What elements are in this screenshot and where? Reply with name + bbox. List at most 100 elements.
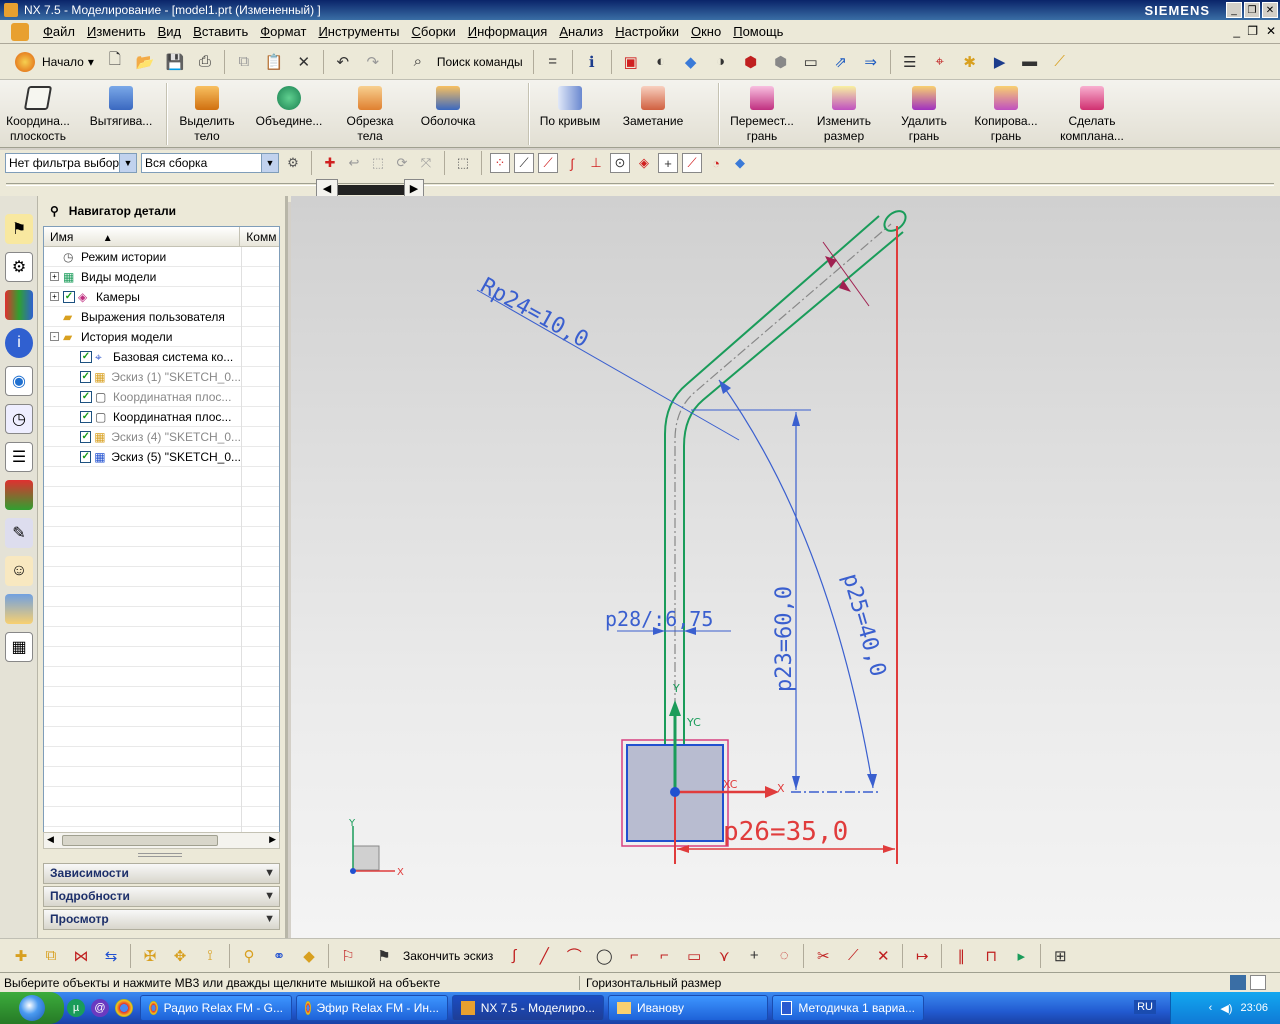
- hd3d-tools-icon[interactable]: i: [5, 328, 33, 358]
- menu-window[interactable]: Окно: [685, 24, 727, 39]
- menu-insert[interactable]: Вставить: [187, 24, 254, 39]
- rectangle-icon[interactable]: ▭: [682, 944, 706, 968]
- dim-p26-label[interactable]: p26=35,0: [723, 817, 848, 847]
- paste-icon[interactable]: 📋: [262, 50, 286, 74]
- rotate-icon[interactable]: ⟳: [392, 153, 412, 173]
- undo-icon[interactable]: ↶: [331, 50, 355, 74]
- taskbar-item-word[interactable]: Методичка 1 вариа...: [772, 995, 924, 1021]
- line-icon[interactable]: ╱: [532, 944, 556, 968]
- status-icon-1[interactable]: [1230, 975, 1246, 990]
- tray-expand-icon[interactable]: ‹: [1209, 1002, 1213, 1014]
- visibility-checkbox[interactable]: ✓: [80, 370, 92, 383]
- nx-menu-icon[interactable]: [11, 22, 29, 41]
- menu-preferences[interactable]: Настройки: [609, 24, 685, 39]
- navigator-horizontal-scrollbar[interactable]: ◀ ▶: [43, 832, 280, 849]
- pan-icon[interactable]: ⤧: [416, 153, 436, 173]
- trim-body-button[interactable]: Обрезка тела: [332, 80, 408, 147]
- copy-face-button[interactable]: Копирова... грань: [964, 80, 1048, 147]
- wcs-icon[interactable]: ⌖: [928, 50, 952, 74]
- language-indicator[interactable]: RU: [1134, 1000, 1156, 1014]
- speaker-icon[interactable]: ◀): [1220, 1002, 1232, 1015]
- navigator-row[interactable]: ✓ ⌖ Базовая система ко...: [44, 346, 279, 367]
- measure-icon[interactable]: ▬: [1018, 50, 1042, 74]
- menu-file[interactable]: Файл: [37, 24, 81, 39]
- selection-priority-icon[interactable]: ▶: [988, 50, 1012, 74]
- delete-face-button[interactable]: Удалить грань: [884, 80, 964, 147]
- polygon-icon[interactable]: ⋎: [712, 944, 736, 968]
- expand-icon[interactable]: +: [50, 292, 59, 301]
- print-icon[interactable]: ⎙: [193, 50, 217, 74]
- orient-view-icon[interactable]: ⇒: [859, 50, 883, 74]
- navigator-row[interactable]: ◷ Режим истории: [44, 246, 279, 267]
- system-materials-icon[interactable]: [5, 594, 33, 624]
- menu-view[interactable]: Вид: [152, 24, 188, 39]
- dim-p23-label[interactable]: p23=60,0: [772, 586, 797, 692]
- column-header-comment[interactable]: Комм: [240, 227, 279, 246]
- menu-format[interactable]: Формат: [254, 24, 312, 39]
- point-icon[interactable]: +: [742, 944, 766, 968]
- save-icon[interactable]: 💾: [163, 50, 187, 74]
- undo-selection-icon[interactable]: ↩: [344, 153, 364, 173]
- show-constraints-icon[interactable]: ⊓: [979, 944, 1003, 968]
- wireframe-icon[interactable]: ⬢: [739, 50, 763, 74]
- quick-launch-app-icon[interactable]: @: [91, 999, 109, 1017]
- manufacturing-wizards-icon[interactable]: [5, 480, 33, 510]
- snap-line-icon[interactable]: ⟋: [514, 153, 534, 173]
- path-end-cap[interactable]: [881, 207, 910, 235]
- clock[interactable]: 23:06: [1240, 1002, 1268, 1014]
- sketch-constraints-icon[interactable]: ⇆: [99, 944, 123, 968]
- extract-body-button[interactable]: Выделить тело: [168, 80, 246, 147]
- unite-button[interactable]: Объедине...: [246, 80, 332, 147]
- sketch-pattern-icon[interactable]: ✥: [168, 944, 192, 968]
- system-scene-icon[interactable]: ☺: [5, 556, 33, 586]
- shaded-cube-icon[interactable]: ◆: [679, 50, 703, 74]
- inferred-dimension-icon[interactable]: ↦: [910, 944, 934, 968]
- navigator-row[interactable]: ✓ ▢ Координатная плос...: [44, 386, 279, 407]
- dim-width-label[interactable]: p28/:6,75: [605, 607, 713, 631]
- status-icon-2[interactable]: [1250, 975, 1266, 990]
- redo-icon[interactable]: ↷: [361, 50, 385, 74]
- navigator-row[interactable]: + ▦ Виды модели: [44, 266, 279, 287]
- delete-icon[interactable]: ✕: [292, 50, 316, 74]
- snap-onpoint-icon[interactable]: ⟋: [682, 153, 702, 173]
- snap-tangent-icon[interactable]: ◔: [706, 153, 726, 173]
- dim-thickness-line[interactable]: [822, 241, 870, 307]
- tab-slider-thumb[interactable]: [338, 185, 404, 195]
- start-button[interactable]: [0, 992, 64, 1024]
- sketch-origin-point[interactable]: [670, 787, 680, 797]
- pin-icon[interactable]: ⚲: [50, 204, 59, 218]
- taskbar-item-radio-1[interactable]: Радио Relax FM - G...: [140, 995, 292, 1021]
- render-style-icon[interactable]: ◑: [709, 50, 733, 74]
- visibility-checkbox[interactable]: ✓: [80, 430, 92, 443]
- expand-icon[interactable]: +: [50, 272, 59, 281]
- web-browser-icon[interactable]: ◉: [5, 366, 33, 396]
- snap-curve-icon[interactable]: ∫: [562, 153, 582, 173]
- snap-body-icon[interactable]: ◆: [730, 153, 750, 173]
- panel-dependencies[interactable]: Зависимости ▼: [43, 863, 280, 884]
- menu-tools[interactable]: Инструменты: [312, 24, 405, 39]
- make-corner-icon[interactable]: ✕: [871, 944, 895, 968]
- splitter-grip[interactable]: [138, 853, 182, 857]
- background-icon[interactable]: ▭: [799, 50, 823, 74]
- section-icon[interactable]: ⬢: [769, 50, 793, 74]
- close-button[interactable]: ✕: [1262, 2, 1278, 18]
- shell-button[interactable]: Оболочка: [408, 80, 488, 147]
- navigator-row[interactable]: ✓ ▢ Координатная плос...: [44, 406, 279, 427]
- auto-constrain-icon[interactable]: ▸: [1009, 944, 1033, 968]
- chamfer-icon[interactable]: ⌐: [652, 944, 676, 968]
- copy-icon[interactable]: ⧉: [232, 50, 256, 74]
- sweep-button[interactable]: Заметание: [610, 80, 696, 147]
- graphics-window[interactable]: p26=35,0 XC X YC Y p23=60,0 p25=40,0 Rp2…: [291, 196, 1280, 938]
- layer-icon[interactable]: ☰: [898, 50, 922, 74]
- select-all-icon[interactable]: ⬚: [368, 153, 388, 173]
- make-coplanar-button[interactable]: Сделать комплана...: [1048, 80, 1136, 147]
- fillet-icon[interactable]: ⌐: [622, 944, 646, 968]
- visibility-checkbox[interactable]: ✓: [80, 350, 92, 363]
- panel-preview[interactable]: Просмотр ▼: [43, 909, 280, 930]
- sketch-settings-icon[interactable]: ⊞: [1048, 944, 1072, 968]
- scope-combo[interactable]: Вся сборка ▼: [141, 153, 279, 173]
- reattach-icon[interactable]: ⋈: [69, 944, 93, 968]
- navigator-row[interactable]: ▰ Выражения пользователя: [44, 306, 279, 327]
- finish-sketch-button[interactable]: ⚑ Закончить эскиз: [369, 944, 493, 968]
- filter-settings-icon[interactable]: ⚙: [283, 153, 303, 173]
